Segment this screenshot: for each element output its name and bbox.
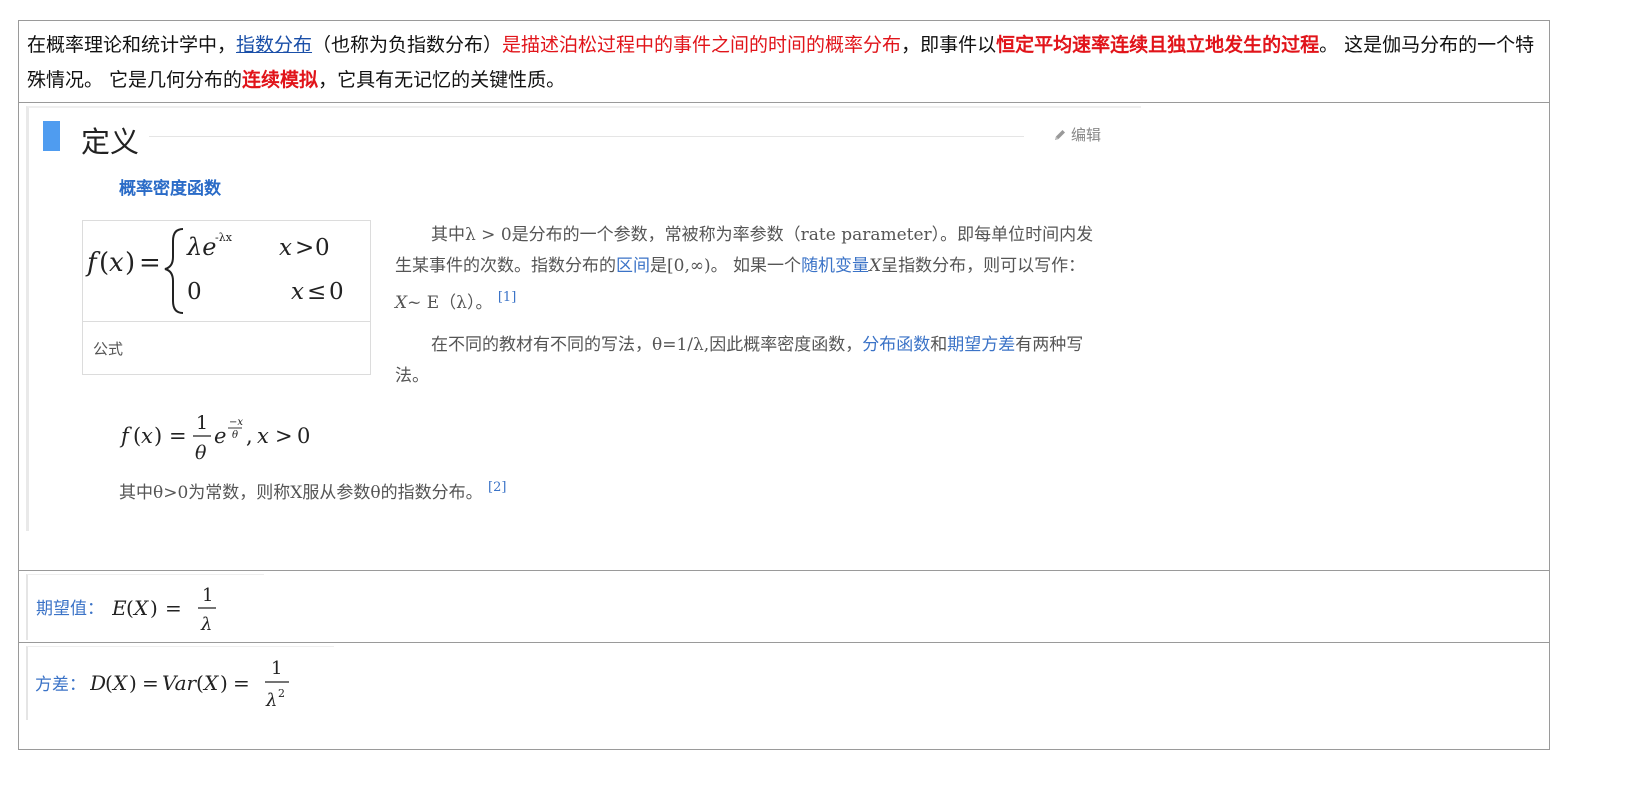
section-rule bbox=[149, 136, 1024, 137]
pdf-theta-formula: f ( x ) = 1 θ e −x θ , x > 0 bbox=[119, 412, 310, 464]
svg-text:): ) bbox=[129, 671, 137, 695]
svg-text:=: = bbox=[165, 596, 182, 620]
pdf-piecewise-formula: f ( x ) = λe -λx x > 0 0 x ≤ 0 bbox=[83, 228, 370, 322]
svg-text:X: X bbox=[202, 671, 219, 695]
svg-text:0: 0 bbox=[187, 279, 202, 305]
theta-paragraph: 其中θ>0为常数，则称X服从参数θ的指数分布。 [2] bbox=[119, 478, 506, 503]
svg-text:Var: Var bbox=[162, 671, 198, 695]
svg-text:2: 2 bbox=[278, 687, 285, 700]
expectation-label: 期望值： bbox=[36, 599, 104, 619]
intro-highlight-3: 连续模拟 bbox=[242, 69, 319, 91]
notation-paragraph: 在不同的教材有不同的写法，θ=1/λ,因此概率密度函数，分布函数和期望方差有两种… bbox=[395, 330, 1107, 392]
rate-parameter-paragraph: 其中λ > 0是分布的一个参数，常被称为率参数（rate parameter）。… bbox=[395, 220, 1107, 319]
expectation-block: 期望值： E ( X ) = 1 λ bbox=[26, 574, 264, 640]
content-table: 在概率理论和统计学中，指数分布（也称为负指数分布）是描述泊松过程中的事件之间的时… bbox=[18, 20, 1550, 750]
svg-text:(: ( bbox=[133, 424, 141, 448]
svg-text:x: x bbox=[291, 279, 304, 305]
edit-label: 编辑 bbox=[1071, 126, 1102, 144]
svg-text:=: = bbox=[139, 248, 161, 278]
svg-text:x: x bbox=[257, 424, 269, 448]
intro-text-2: （也称为负指数分布） bbox=[312, 34, 503, 56]
svg-text:>: > bbox=[275, 424, 293, 448]
para1-text-f: ~ E（λ）。 bbox=[407, 293, 493, 313]
svg-text:): ) bbox=[154, 424, 162, 448]
section-title: 定义 bbox=[81, 125, 140, 159]
definition-section: 定义 编辑 概率密度函数 f ( x ) = λe -λx x > 0 0 x … bbox=[26, 106, 1141, 531]
pencil-icon bbox=[1055, 130, 1065, 140]
svg-text:x: x bbox=[279, 235, 292, 261]
para3-text: 其中θ>0为常数，则称X服从参数θ的指数分布。 bbox=[119, 483, 483, 503]
svg-text:e: e bbox=[214, 424, 226, 448]
svg-text:0: 0 bbox=[315, 235, 330, 261]
expectation-variance-link[interactable]: 期望方差 bbox=[947, 335, 1015, 355]
intro-text-3: ，即事件以 bbox=[901, 34, 997, 56]
formula-caption: 公式 bbox=[93, 340, 124, 358]
interval-link[interactable]: 区间 bbox=[616, 256, 650, 276]
svg-text:x: x bbox=[109, 248, 124, 278]
svg-text:-λx: -λx bbox=[215, 231, 233, 244]
para2-text-a: 在不同的教材有不同的写法，θ=1/λ,因此概率密度函数， bbox=[431, 335, 863, 355]
reference-1[interactable]: [1] bbox=[498, 290, 516, 305]
svg-text:=: = bbox=[233, 671, 250, 695]
svg-text:,: , bbox=[246, 424, 253, 448]
section-marker bbox=[43, 121, 60, 151]
formula-figure: f ( x ) = λe -λx x > 0 0 x ≤ 0 公式 bbox=[82, 220, 371, 375]
para1-text-b: 是[0,∞)。 如果一个 bbox=[650, 256, 802, 276]
para2-text-b: 和 bbox=[930, 335, 948, 355]
intro-text-5: ，它具有无记忆的关键性质。 bbox=[318, 69, 566, 91]
variance-formula: D ( X ) = Var ( X ) = 1 λ 2 bbox=[90, 658, 289, 711]
svg-text:f: f bbox=[119, 424, 132, 448]
svg-text:(: ( bbox=[126, 596, 134, 620]
svg-text:D: D bbox=[90, 671, 106, 695]
pdf-subheading: 概率密度函数 bbox=[119, 179, 221, 199]
svg-text:(: ( bbox=[105, 671, 113, 695]
intro-highlight-2: 恒定平均速率连续且独立地发生的过程 bbox=[996, 34, 1320, 56]
svg-text:): ) bbox=[150, 596, 158, 620]
svg-text:>: > bbox=[295, 235, 314, 261]
svg-text:θ: θ bbox=[195, 442, 207, 464]
exponential-distribution-link[interactable]: 指数分布 bbox=[236, 34, 312, 56]
svg-text:−x: −x bbox=[229, 417, 243, 428]
svg-text:0: 0 bbox=[297, 424, 310, 448]
svg-text:θ: θ bbox=[232, 430, 238, 441]
variance-label: 方差： bbox=[35, 675, 86, 695]
svg-text:X: X bbox=[132, 596, 149, 620]
distribution-function-link[interactable]: 分布函数 bbox=[862, 335, 930, 355]
para1-variable: X bbox=[869, 256, 882, 276]
svg-text:): ) bbox=[220, 671, 228, 695]
svg-text:λ: λ bbox=[200, 614, 212, 635]
svg-text:λ: λ bbox=[265, 690, 277, 711]
svg-text:0: 0 bbox=[329, 279, 344, 305]
svg-text:x: x bbox=[141, 424, 153, 448]
svg-text:=: = bbox=[142, 671, 159, 695]
random-variable-link[interactable]: 随机变量 bbox=[801, 256, 869, 276]
para1-text-d: 呈指数分布，则可以写作： bbox=[881, 256, 1086, 276]
svg-text:1: 1 bbox=[202, 585, 213, 606]
reference-2[interactable]: [2] bbox=[488, 480, 506, 495]
svg-text:1: 1 bbox=[271, 658, 282, 679]
intro-text-1: 在概率理论和统计学中， bbox=[27, 34, 237, 56]
intro-paragraph: 在概率理论和统计学中，指数分布（也称为负指数分布）是描述泊松过程中的事件之间的时… bbox=[27, 28, 1542, 98]
svg-text:X: X bbox=[111, 671, 128, 695]
expectation-formula: E ( X ) = 1 λ bbox=[112, 585, 216, 635]
svg-text:E: E bbox=[112, 596, 127, 620]
svg-text:(: ( bbox=[196, 671, 204, 695]
variance-block: 方差： D ( X ) = Var ( X ) = 1 λ 2 bbox=[26, 646, 334, 720]
row-divider bbox=[19, 102, 1549, 103]
svg-text:(: ( bbox=[99, 248, 109, 278]
svg-text:λe: λe bbox=[186, 233, 216, 261]
intro-highlight-1: 是描述泊松过程中的事件之间的时间的概率分布 bbox=[502, 34, 902, 56]
svg-text:1: 1 bbox=[196, 412, 208, 434]
svg-text:=: = bbox=[169, 424, 187, 448]
row-divider bbox=[19, 642, 1549, 643]
svg-text:≤: ≤ bbox=[307, 279, 326, 305]
edit-button[interactable]: 编辑 bbox=[1053, 124, 1101, 145]
para1-variable-2: X bbox=[395, 293, 408, 313]
row-divider bbox=[19, 570, 1549, 571]
svg-text:): ) bbox=[125, 248, 135, 278]
